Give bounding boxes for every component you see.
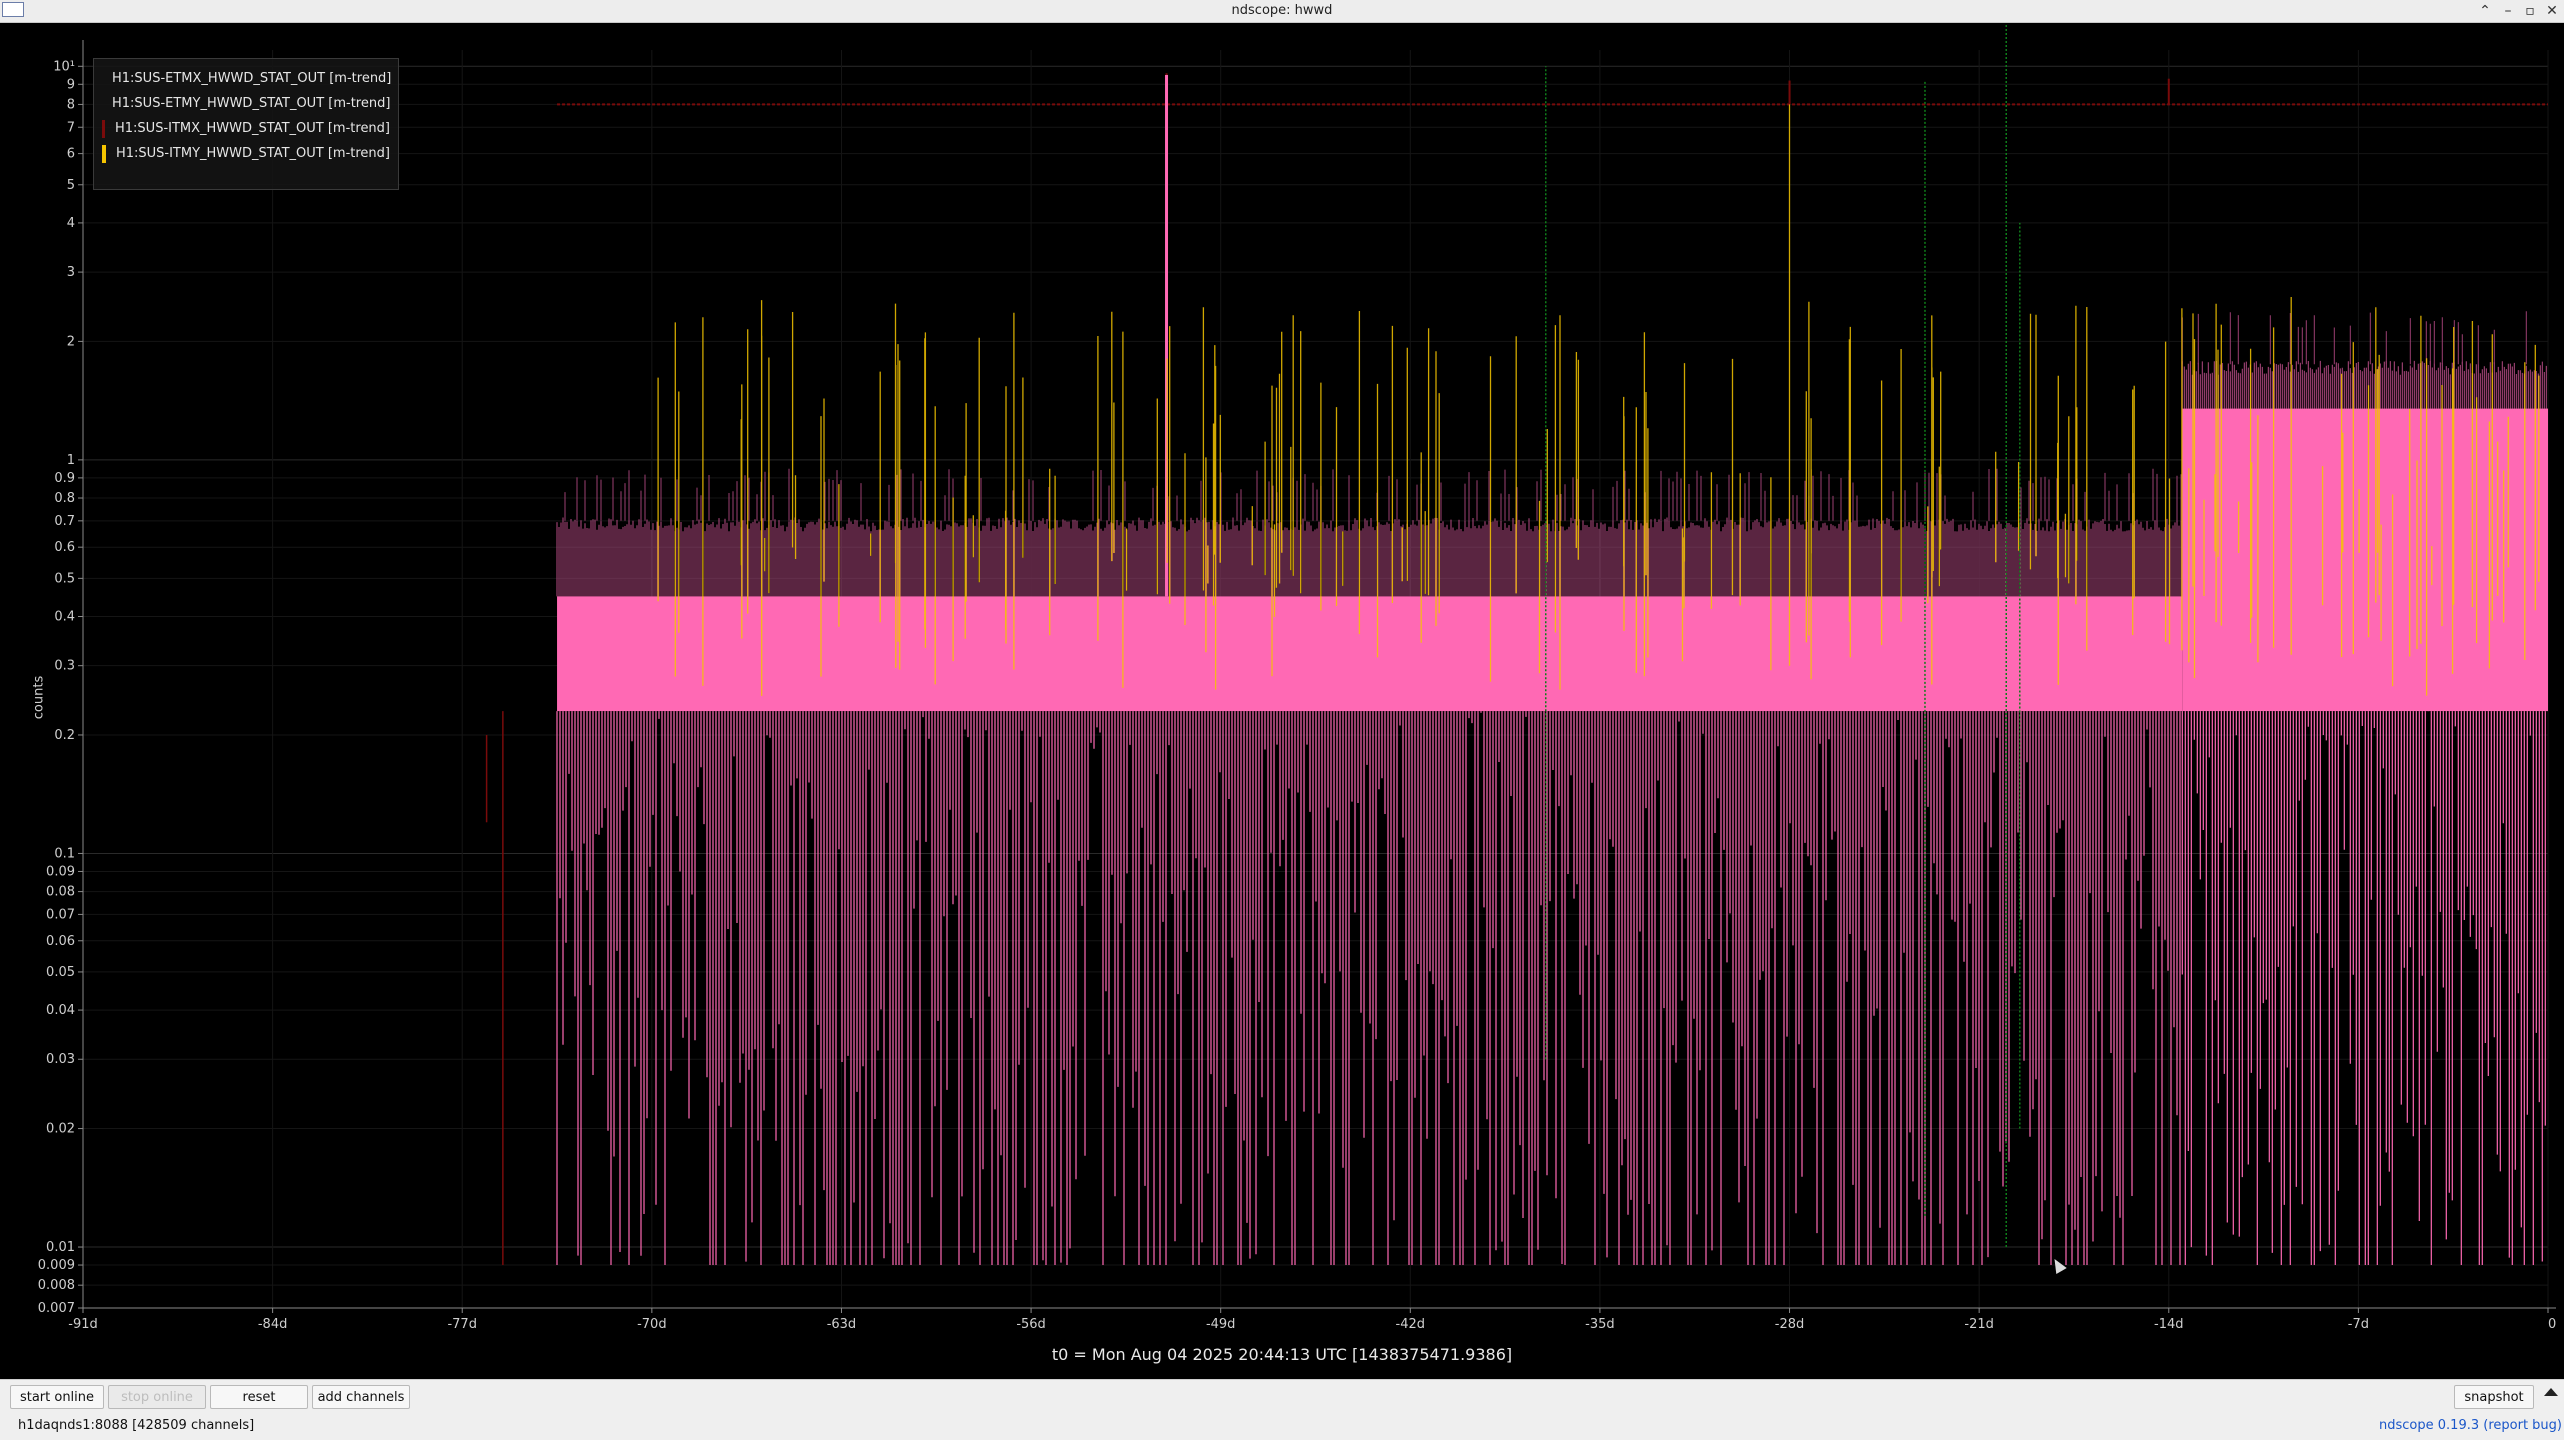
y-tick-label: 4 bbox=[67, 216, 75, 231]
legend-item-etmy[interactable]: H1:SUS-ETMY_HWWD_STAT_OUT [m-trend] bbox=[102, 91, 390, 116]
y-tick-label: 0.02 bbox=[46, 1122, 75, 1137]
status-bar: h1daqnds1:8088 [428509 channels] ndscope… bbox=[0, 1412, 2564, 1440]
x-tick-label: 0 bbox=[2548, 1317, 2556, 1332]
y-tick-label: 3 bbox=[67, 265, 75, 280]
x-tick-label: -21d bbox=[1964, 1317, 1994, 1332]
y-tick-label: 0.01 bbox=[46, 1240, 75, 1255]
y-tick-label: 0.6 bbox=[54, 540, 75, 555]
y-tick-label: 0.7 bbox=[54, 514, 75, 529]
maximize-icon[interactable]: – bbox=[2497, 1, 2519, 21]
x-tick-label: -77d bbox=[447, 1317, 477, 1332]
report-bug-link[interactable]: (report bug) bbox=[2483, 1418, 2562, 1433]
y-tick-label: 0.8 bbox=[54, 491, 75, 506]
y-tick-label: 5 bbox=[67, 178, 75, 193]
y-tick-label: 0.08 bbox=[46, 885, 75, 900]
etmy-band bbox=[557, 596, 2183, 712]
x-tick-label: -63d bbox=[827, 1317, 857, 1332]
etmy-peak-lines bbox=[2181, 311, 2527, 365]
about-links: ndscope 0.19.3 (report bug) bbox=[2379, 1418, 2562, 1433]
y-tick-label: 8 bbox=[67, 97, 75, 112]
y-tick-label: 0.008 bbox=[38, 1278, 75, 1293]
title-bar: ndscope: hwwd ⌃ – ▫ ✕ bbox=[0, 0, 2564, 23]
close-icon[interactable]: ✕ bbox=[2541, 1, 2563, 21]
legend-swatch-itmx bbox=[102, 119, 105, 138]
y-tick-label: 0.1 bbox=[54, 846, 75, 861]
x-tick-label: -28d bbox=[1775, 1317, 1805, 1332]
restore-icon[interactable]: ▫ bbox=[2519, 1, 2541, 21]
collapse-panel-icon[interactable] bbox=[2544, 1388, 2558, 1396]
stop-online-button[interactable]: stop online bbox=[108, 1385, 206, 1409]
y-tick-label: 0.9 bbox=[54, 471, 75, 486]
snapshot-button[interactable]: snapshot bbox=[2454, 1385, 2534, 1409]
legend-item-etmx[interactable]: H1:SUS-ETMX_HWWD_STAT_OUT [m-trend] bbox=[102, 66, 392, 91]
legend-label-etmx: H1:SUS-ETMX_HWWD_STAT_OUT [m-trend] bbox=[112, 71, 392, 86]
x-tick-label: -91d bbox=[68, 1317, 98, 1332]
y-tick-label: 10¹ bbox=[53, 59, 75, 74]
legend-label-itmx: H1:SUS-ITMX_HWWD_STAT_OUT [m-trend] bbox=[115, 121, 390, 136]
legend[interactable]: H1:SUS-ETMX_HWWD_STAT_OUT [m-trend] H1:S… bbox=[93, 58, 399, 190]
legend-item-itmx[interactable]: H1:SUS-ITMX_HWWD_STAT_OUT [m-trend] bbox=[102, 116, 390, 141]
x-tick-label: -70d bbox=[637, 1317, 667, 1332]
x-tick-label: -7d bbox=[2348, 1317, 2369, 1332]
y-tick-label: 9 bbox=[67, 77, 75, 92]
y-tick-label: 2 bbox=[67, 334, 75, 349]
x-tick-label: -84d bbox=[258, 1317, 288, 1332]
app-version-link[interactable]: ndscope 0.19.3 bbox=[2379, 1418, 2479, 1433]
etmy-peak-lines bbox=[564, 468, 2182, 521]
x-tick-label: -56d bbox=[1016, 1317, 1046, 1332]
y-tick-label: 6 bbox=[67, 147, 75, 162]
etmy-min-lines bbox=[556, 711, 2181, 1265]
server-status: h1daqnds1:8088 [428509 channels] bbox=[18, 1418, 255, 1433]
x-tick-label: -14d bbox=[2154, 1317, 2184, 1332]
etmy-min-lines bbox=[2181, 711, 2546, 1265]
etmy-max-envelope bbox=[556, 517, 2182, 597]
toolbar: start online stop online reset add chann… bbox=[0, 1379, 2564, 1412]
legend-label-itmy: H1:SUS-ITMY_HWWD_STAT_OUT [m-trend] bbox=[115, 146, 390, 161]
y-tick-label: 1 bbox=[67, 453, 75, 468]
legend-item-itmy[interactable]: H1:SUS-ITMY_HWWD_STAT_OUT [m-trend] bbox=[102, 141, 390, 166]
y-tick-label: 0.06 bbox=[46, 934, 75, 949]
window-title: ndscope: hwwd bbox=[1231, 3, 1333, 18]
x-tick-label: -42d bbox=[1396, 1317, 1426, 1332]
y-axis-label: counts bbox=[31, 675, 47, 720]
y-tick-label: 0.04 bbox=[46, 1003, 75, 1018]
plot-area[interactable]: 10¹ 9 8 7 6 5 4 3 2 1 0.9 0.8 0.7 0.6 0.5 0.4 0.3 0.2 0.1 0… bbox=[6, 25, 2558, 1379]
y-tick-label: 0.5 bbox=[54, 571, 75, 586]
y-tick-label: 0.09 bbox=[46, 864, 75, 879]
y-tick-label: 0.2 bbox=[54, 728, 75, 743]
y-tick-label: 7 bbox=[67, 120, 75, 135]
y-tick-label: 0.05 bbox=[46, 965, 75, 980]
etmy-band bbox=[2182, 408, 2548, 712]
time-series-plot[interactable]: 10¹ 9 8 7 6 5 4 3 2 1 0.9 0.8 0.7 0.6 0.5 0.4 0.3 0.2 0.1 0… bbox=[6, 25, 2558, 1379]
x-tick-label: -49d bbox=[1206, 1317, 1236, 1332]
legend-label-etmy: H1:SUS-ETMY_HWWD_STAT_OUT [m-trend] bbox=[112, 96, 391, 111]
t0-label: t0 = Mon Aug 04 2025 20:44:13 UTC [14383… bbox=[1051, 1345, 1513, 1364]
minimize-icon[interactable]: ⌃ bbox=[2474, 1, 2496, 21]
y-tick-label: 0.07 bbox=[46, 907, 75, 922]
y-tick-label: 0.03 bbox=[46, 1052, 75, 1067]
y-tick-label: 0.009 bbox=[38, 1258, 75, 1273]
x-tick-label: -35d bbox=[1585, 1317, 1615, 1332]
y-tick-label: 0.3 bbox=[54, 659, 75, 674]
y-tick-label: 0.4 bbox=[54, 609, 75, 624]
legend-swatch-itmy bbox=[102, 144, 106, 163]
start-online-button[interactable]: start online bbox=[10, 1385, 104, 1409]
add-channels-button[interactable]: add channels bbox=[312, 1385, 410, 1409]
reset-button[interactable]: reset bbox=[210, 1385, 308, 1409]
y-tick-label: 0.007 bbox=[38, 1301, 75, 1316]
